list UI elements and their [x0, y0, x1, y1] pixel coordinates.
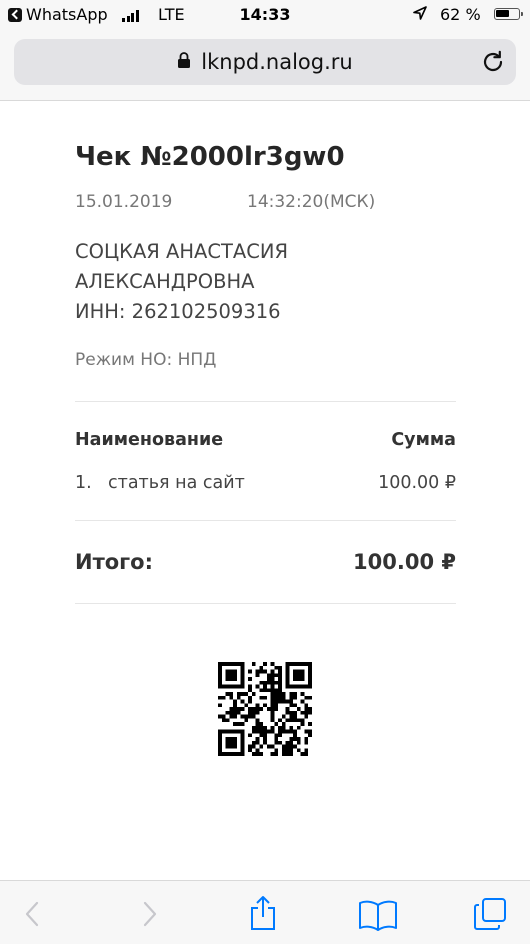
tabs-icon: [474, 898, 506, 930]
receipt-date: 15.01.2019: [75, 192, 173, 212]
seller-inn: ИНН: 262102509316: [75, 300, 281, 323]
divider: [75, 520, 456, 521]
seller-name: СОЦКАЯ АНАСТАСИЯ АЛЕКСАНДРОВНА: [75, 240, 288, 293]
total-label: Итого:: [75, 550, 153, 574]
receipt-title: Чек №2000lr3gw0: [75, 142, 345, 172]
share-button[interactable]: [248, 895, 278, 931]
column-header-name: Наименование: [75, 430, 224, 450]
tax-mode: Режим НО: НПД: [75, 350, 217, 370]
qr-code[interactable]: [218, 662, 312, 756]
browser-address-area: lknpd.nalog.ru: [0, 30, 530, 101]
divider: [75, 603, 456, 604]
battery-percent: 62 %: [440, 5, 481, 24]
item-name: статья на сайт: [108, 473, 245, 493]
item-number: 1.: [75, 473, 92, 493]
location-arrow-icon: [413, 5, 427, 25]
book-icon: [359, 900, 397, 931]
chevron-right-icon: [143, 901, 157, 927]
lock-icon: [177, 50, 191, 74]
chevron-left-icon: [25, 901, 39, 927]
address-bar[interactable]: lknpd.nalog.ru: [14, 39, 516, 85]
item-sum: 100.00 ₽: [378, 473, 456, 493]
column-header-sum: Сумма: [391, 430, 456, 450]
back-button[interactable]: [18, 899, 48, 929]
url-text: lknpd.nalog.ru: [201, 50, 353, 74]
share-icon: [251, 896, 275, 930]
receipt-time: 14:32:20(МСК): [247, 192, 376, 212]
browser-toolbar: [0, 880, 530, 944]
reload-icon[interactable]: [480, 49, 506, 79]
total-value: 100.00 ₽: [353, 550, 456, 574]
url-display[interactable]: lknpd.nalog.ru: [14, 39, 516, 85]
bookmarks-button[interactable]: [358, 899, 398, 931]
forward-button[interactable]: [134, 899, 164, 929]
status-bar: WhatsApp LTE 14:33 62 %: [0, 0, 530, 30]
divider: [75, 401, 456, 402]
battery-icon: [494, 8, 523, 20]
tabs-button[interactable]: [473, 897, 507, 931]
battery-level-fill: [496, 10, 509, 17]
